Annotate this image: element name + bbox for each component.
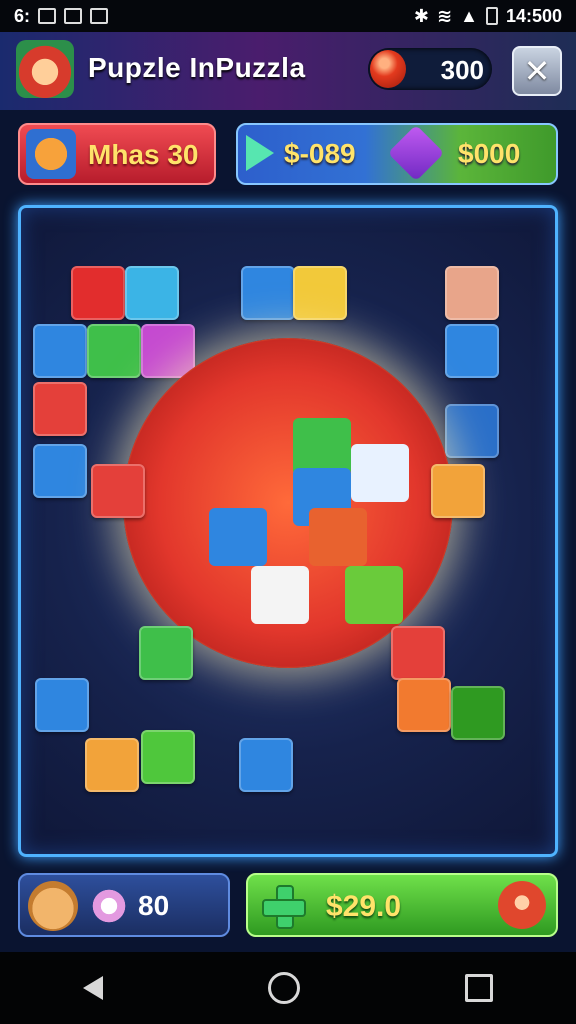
home-icon[interactable] xyxy=(267,972,300,1004)
play-icon xyxy=(246,135,274,171)
shield-icon xyxy=(64,8,83,24)
back-icon[interactable] xyxy=(82,976,103,1000)
battery-icon xyxy=(485,7,498,25)
puzzle-piece[interactable] xyxy=(445,324,499,378)
puzzle-piece[interactable] xyxy=(71,266,125,320)
puzzle-piece[interactable] xyxy=(139,626,193,680)
puzzle-piece[interactable] xyxy=(85,738,139,792)
puzzle-piece[interactable] xyxy=(239,738,293,792)
game-title: Pupzle InPuzzla xyxy=(88,52,306,83)
puzzle-piece[interactable] xyxy=(309,508,367,566)
recent-icon[interactable] xyxy=(465,974,494,1002)
buy-button[interactable]: $29.0 xyxy=(246,873,558,937)
android-nav-bar xyxy=(0,952,576,1024)
puzzle-piece[interactable] xyxy=(445,404,499,458)
pieces-counter[interactable]: 80 xyxy=(18,873,230,937)
score-value-b: $000 xyxy=(458,138,521,169)
bear-icon xyxy=(28,881,78,931)
gem-icon xyxy=(387,124,445,182)
cross-icon xyxy=(262,885,306,929)
puzzle-piece[interactable] xyxy=(209,508,267,566)
puzzle-piece[interactable] xyxy=(397,678,451,732)
puzzle-piece[interactable] xyxy=(91,464,145,518)
moves-label: Mhas 30 xyxy=(88,139,199,170)
puzzle-piece[interactable] xyxy=(293,266,347,320)
image-icon xyxy=(38,8,57,24)
puzzle-piece[interactable] xyxy=(451,686,505,740)
gear-icon xyxy=(90,887,128,925)
coin-value: 300 xyxy=(440,55,484,85)
puzzle-piece[interactable] xyxy=(351,444,409,502)
status-time: 14:500 xyxy=(505,5,562,26)
puzzle-piece[interactable] xyxy=(125,266,179,320)
puzzle-piece[interactable] xyxy=(33,382,87,436)
puzzle-piece[interactable] xyxy=(87,324,141,378)
puzzle-piece[interactable] xyxy=(33,444,87,498)
puzzle-piece[interactable] xyxy=(141,730,195,784)
puzzle-piece[interactable] xyxy=(445,266,499,320)
close-icon: ✕ xyxy=(523,53,551,89)
moves-icon xyxy=(26,129,76,179)
puzzle-piece[interactable] xyxy=(391,626,445,680)
puzzle-piece[interactable] xyxy=(251,566,309,624)
bluetooth-icon: ✱ xyxy=(413,5,430,26)
coin-counter[interactable]: 300 xyxy=(368,48,492,90)
score-value-a: $-089 xyxy=(284,138,356,169)
puzzle-piece[interactable] xyxy=(141,324,195,378)
top-bar: Pupzle InPuzzla 300 ✕ xyxy=(0,32,576,110)
wifi-icon: ≋ xyxy=(437,5,453,26)
pieces-count: 80 xyxy=(138,890,170,921)
puzzle-board[interactable] xyxy=(18,205,558,857)
puzzle-piece[interactable] xyxy=(35,678,89,732)
mascot-icon xyxy=(498,881,546,929)
close-button[interactable]: ✕ xyxy=(512,46,562,96)
signal-icon: ▲ xyxy=(460,5,478,26)
score-bar[interactable]: $-089 $000 xyxy=(236,123,558,185)
coin-icon xyxy=(370,50,406,88)
puzzle-piece[interactable] xyxy=(431,464,485,518)
buy-label: $29.0 xyxy=(326,890,402,923)
moves-button[interactable]: Mhas 30 xyxy=(18,123,216,185)
puzzle-piece[interactable] xyxy=(345,566,403,624)
puzzle-piece[interactable] xyxy=(241,266,295,320)
logo-icon xyxy=(16,40,74,98)
xbox-icon xyxy=(90,8,109,24)
status-left-text: 6: xyxy=(14,5,31,26)
status-bar: 6: ✱ ≋ ▲ 14:500 xyxy=(0,0,576,32)
puzzle-piece[interactable] xyxy=(33,324,87,378)
